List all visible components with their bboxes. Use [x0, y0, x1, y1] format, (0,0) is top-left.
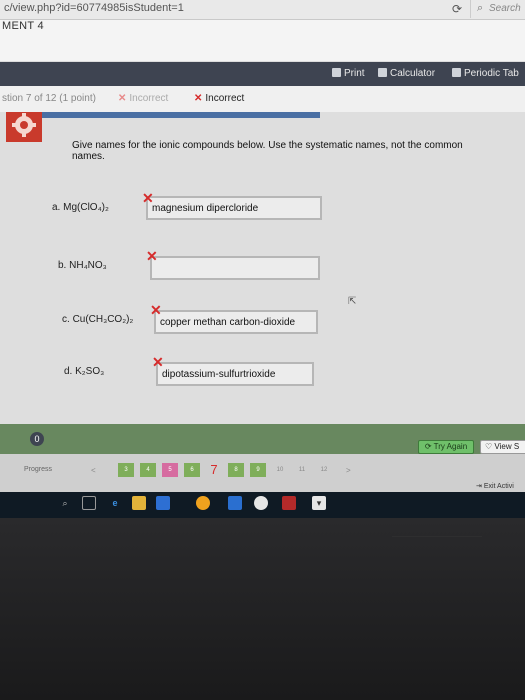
file-explorer-icon[interactable] — [132, 496, 146, 510]
store-icon[interactable] — [156, 496, 170, 510]
progress-prev-button[interactable]: < — [91, 466, 96, 475]
print-button[interactable]: Print — [332, 68, 365, 79]
wrong-x-icon: ✕ — [146, 248, 158, 264]
exit-activity-button[interactable]: ⇥ Exit Activi — [476, 482, 514, 490]
question-letter: c. — [62, 314, 70, 325]
answer-input-d[interactable] — [158, 364, 312, 385]
url-text[interactable]: c/view.php?id=60774985isStudent=1 — [4, 2, 184, 14]
bezel-logo — [392, 536, 482, 548]
progress-page-6[interactable]: 6 — [184, 463, 200, 477]
browser-address-bar[interactable]: c/view.php?id=60774985isStudent=1 ⟳ ⌕ Se… — [0, 0, 525, 20]
formula-text: NH₄NO₃ — [69, 260, 107, 271]
try-again-label: Try Again — [433, 442, 468, 451]
reload-icon[interactable]: ⟳ — [452, 2, 462, 16]
progress-page-9[interactable]: 9 — [250, 463, 266, 477]
view-solution-label: View S — [494, 442, 520, 451]
calculator-label: Calculator — [390, 68, 436, 79]
shield-icon[interactable]: ▾ — [312, 496, 326, 510]
question-row-a: a. Mg(ClO₄)₂ ✕ — [0, 190, 525, 228]
question-a-formula: a. Mg(ClO₄)₂ — [52, 202, 109, 213]
answer-input-a[interactable] — [148, 198, 320, 219]
try-again-button[interactable]: ⟳ Try Again — [418, 440, 474, 454]
question-header-band — [40, 112, 320, 118]
firefox-icon[interactable] — [196, 496, 210, 510]
attempt-1-label: Incorrect — [129, 93, 169, 104]
wrong-x-icon: ✕ — [150, 302, 162, 318]
question-d-formula: d. K₂SO₃ — [64, 366, 104, 377]
assignment-header — [0, 20, 525, 62]
incorrect-x-icon: ✕ — [194, 93, 203, 104]
formula-text: Mg(ClO₄)₂ — [63, 202, 109, 213]
progress-page-3[interactable]: 3 — [118, 463, 134, 477]
mouse-cursor-icon: ⇱ — [348, 296, 357, 307]
info-icon[interactable]: 0 — [30, 432, 44, 446]
exit-activity-label: Exit Activi — [483, 483, 514, 490]
progress-page-5[interactable]: 5 — [162, 463, 178, 477]
progress-page-7[interactable]: 7 — [206, 463, 222, 477]
formula-text: K₂SO₃ — [75, 366, 105, 377]
pdf-icon[interactable] — [282, 496, 296, 510]
task-view-icon[interactable] — [82, 496, 96, 510]
instructions: Give names for the ionic compounds below… — [72, 140, 463, 162]
print-label: Print — [344, 68, 365, 79]
progress-page-8[interactable]: 8 — [228, 463, 244, 477]
chrome-icon[interactable] — [254, 496, 268, 510]
question-number: stion 7 of 12 (1 point) — [2, 93, 96, 104]
exit-icon: ⇥ — [476, 483, 484, 490]
question-c-formula: c. Cu(CH₃CO₂)₂ — [62, 314, 133, 325]
printer-icon — [332, 68, 341, 77]
periodic-table-icon — [452, 68, 461, 77]
app-icon[interactable] — [228, 496, 242, 510]
screen: c/view.php?id=60774985isStudent=1 ⟳ ⌕ Se… — [0, 0, 525, 700]
answer-field-d[interactable] — [156, 362, 314, 386]
answer-field-b[interactable] — [150, 256, 320, 280]
question-row-b: b. NH₄NO₃ ✕ — [0, 248, 525, 286]
attempt-2-label: Incorrect — [205, 93, 245, 104]
view-solution-button[interactable]: ♡ View S — [480, 440, 525, 454]
answer-input-b[interactable] — [152, 258, 318, 279]
progress-page-11[interactable]: 11 — [294, 463, 310, 477]
question-letter: d. — [64, 366, 73, 377]
edge-browser-icon[interactable]: e — [108, 496, 122, 510]
calculator-icon — [378, 68, 387, 77]
incorrect-x-icon: ✕ — [118, 93, 127, 104]
attempt-1-status: ✕ Incorrect — [118, 93, 168, 104]
question-status-bar: stion 7 of 12 (1 point) ✕ Incorrect ✕ Inco… — [0, 86, 525, 112]
question-letter: a. — [52, 202, 61, 213]
tools-toolbar: Print Calculator Periodic Tab — [0, 62, 525, 86]
progress-page-12[interactable]: 12 — [316, 463, 332, 477]
progress-page-4[interactable]: 4 — [140, 463, 156, 477]
periodic-table-button[interactable]: Periodic Tab — [452, 68, 519, 79]
pin-icon: ♡ — [485, 442, 495, 451]
search-icon[interactable]: ⌕ — [58, 496, 72, 510]
assignment-title: MENT 4 — [2, 20, 44, 32]
progress-label: Progress — [24, 466, 53, 473]
search-icon: ⌕ — [477, 2, 484, 14]
attempt-2-status: ✕ Incorrect — [194, 93, 244, 104]
gear-icon — [6, 112, 42, 142]
wrong-x-icon: ✕ — [142, 190, 154, 206]
answer-field-a[interactable] — [146, 196, 322, 220]
answer-input-c[interactable] — [156, 312, 316, 333]
search-placeholder: Search — [489, 3, 521, 14]
question-row-d: d. K₂SO₃ ✕ — [0, 354, 525, 392]
calculator-button[interactable]: Calculator — [378, 68, 435, 79]
question-row-c: c. Cu(CH₃CO₂)₂ ✕ — [0, 302, 525, 340]
periodic-table-label: Periodic Tab — [464, 68, 519, 79]
progress-page-10[interactable]: 10 — [272, 463, 288, 477]
answer-field-c[interactable] — [154, 310, 318, 334]
question-b-formula: b. NH₄NO₃ — [58, 260, 107, 271]
browser-search-box[interactable]: ⌕ Search — [470, 0, 525, 18]
refresh-icon: ⟳ — [424, 442, 434, 451]
wrong-x-icon: ✕ — [152, 354, 164, 370]
question-letter: b. — [58, 260, 67, 271]
progress-next-button[interactable]: > — [346, 466, 351, 475]
formula-text: Cu(CH₃CO₂)₂ — [72, 314, 134, 325]
